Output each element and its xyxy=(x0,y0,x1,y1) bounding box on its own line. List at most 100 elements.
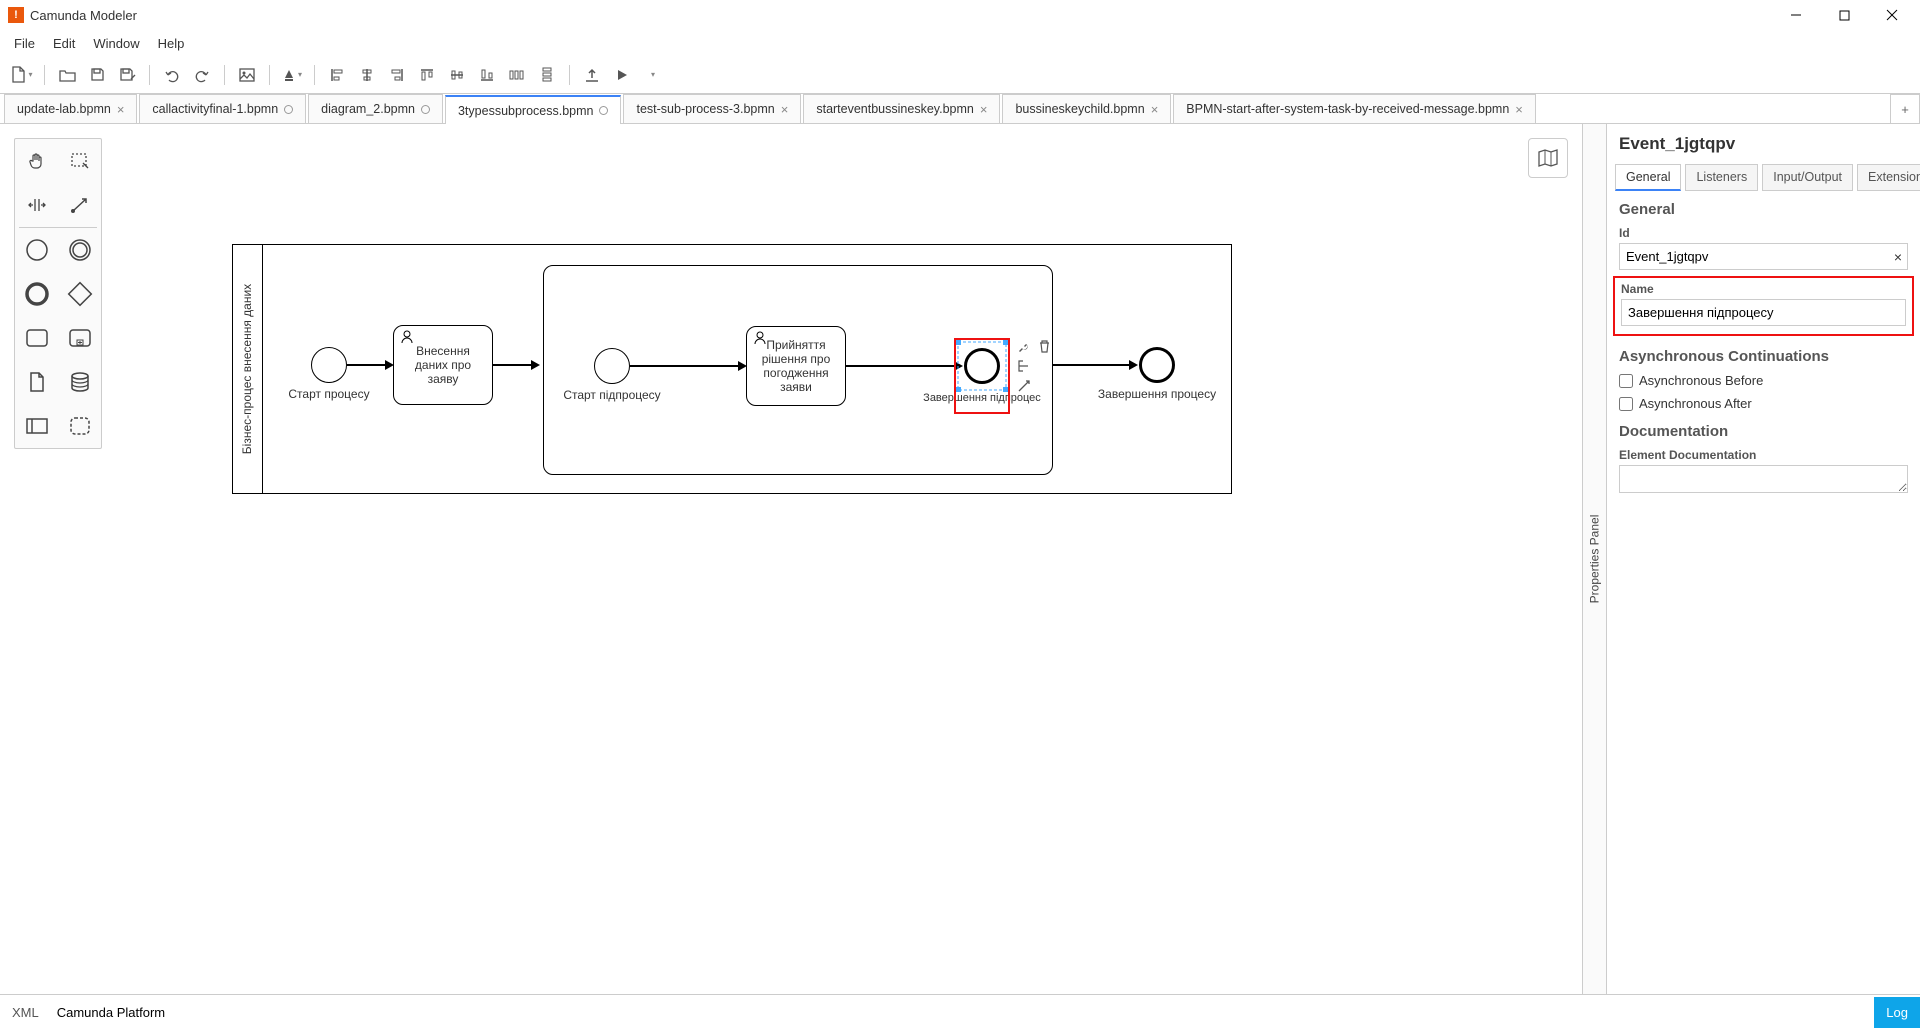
distribute-h-button[interactable] xyxy=(503,61,531,89)
close-icon[interactable]: × xyxy=(781,102,789,117)
align-right-button[interactable] xyxy=(383,61,411,89)
sequence-flow[interactable] xyxy=(846,365,958,367)
props-tab-general[interactable]: General xyxy=(1615,164,1681,191)
tab-bussineskeychild[interactable]: bussineskeychild.bpmn× xyxy=(1002,94,1171,123)
subprocess-tool[interactable] xyxy=(58,316,101,360)
trash-icon[interactable] xyxy=(1036,338,1052,354)
save-as-button[interactable] xyxy=(113,61,141,89)
open-button[interactable] xyxy=(53,61,81,89)
close-icon[interactable]: × xyxy=(1151,102,1159,117)
add-tab-button[interactable]: + xyxy=(1890,94,1920,123)
data-object-tool[interactable] xyxy=(15,360,58,404)
props-tab-input-output[interactable]: Input/Output xyxy=(1762,164,1853,191)
properties-panel: Event_1jgtqpv General Listeners Input/Ou… xyxy=(1606,124,1920,994)
align-bottom-button[interactable] xyxy=(473,61,501,89)
clear-icon[interactable]: × xyxy=(1894,249,1902,265)
connect-tool[interactable] xyxy=(58,183,101,227)
align-center-h-button[interactable] xyxy=(353,61,381,89)
align-center-v-button[interactable] xyxy=(443,61,471,89)
start-event-subprocess[interactable] xyxy=(594,348,630,384)
participant-tool[interactable] xyxy=(15,404,58,448)
close-icon[interactable]: × xyxy=(980,102,988,117)
checkbox-label: Asynchronous Before xyxy=(1639,373,1763,388)
connect-icon[interactable] xyxy=(1016,378,1032,394)
arrow-head-icon xyxy=(531,360,540,370)
intermediate-event-tool[interactable] xyxy=(58,228,101,272)
platform-tab[interactable]: Camunda Platform xyxy=(57,1005,165,1020)
props-tab-extensions[interactable]: Extensions xyxy=(1857,164,1920,191)
align-left-button[interactable] xyxy=(323,61,351,89)
tab-callactivityfinal[interactable]: callactivityfinal-1.bpmn xyxy=(139,94,306,123)
id-label: Id xyxy=(1619,226,1908,240)
new-file-button[interactable]: ▾ xyxy=(8,61,36,89)
xml-tab[interactable]: XML xyxy=(12,1005,39,1020)
canvas[interactable]: Бізнес-процес внесення даних Старт проце… xyxy=(102,124,1582,994)
close-icon[interactable]: × xyxy=(1515,102,1523,117)
sequence-flow[interactable] xyxy=(1053,364,1133,366)
minimize-button[interactable] xyxy=(1776,1,1816,29)
user-task-decision[interactable]: Прийняття рішення про погодження заяви xyxy=(746,326,846,406)
tab-diagram2[interactable]: diagram_2.bpmn xyxy=(308,94,443,123)
toolbar-more-button[interactable]: ▾ xyxy=(638,61,666,89)
maximize-button[interactable] xyxy=(1824,1,1864,29)
task-tool[interactable] xyxy=(15,316,58,360)
start-button[interactable] xyxy=(608,61,636,89)
sequence-flow[interactable] xyxy=(347,364,389,366)
log-button[interactable]: Log xyxy=(1874,997,1920,1028)
checkbox[interactable] xyxy=(1619,374,1633,388)
color-button[interactable]: ▾ xyxy=(278,61,306,89)
tab-bar: update-lab.bpmn× callactivityfinal-1.bpm… xyxy=(0,94,1920,124)
tab-update-lab[interactable]: update-lab.bpmn× xyxy=(4,94,137,123)
align-top-button[interactable] xyxy=(413,61,441,89)
start-event-tool[interactable] xyxy=(15,228,58,272)
close-icon[interactable]: × xyxy=(117,102,125,117)
menu-window[interactable]: Window xyxy=(85,32,147,55)
async-after-check[interactable]: Asynchronous After xyxy=(1619,396,1908,411)
documentation-textarea[interactable] xyxy=(1619,465,1908,493)
name-highlight-box: Name xyxy=(1613,276,1914,336)
lasso-tool[interactable] xyxy=(58,139,101,183)
async-before-check[interactable]: Asynchronous Before xyxy=(1619,373,1908,388)
save-button[interactable] xyxy=(83,61,111,89)
tab-bpmn-start-after[interactable]: BPMN-start-after-system-task-by-received… xyxy=(1173,94,1536,123)
tab-startevent[interactable]: starteventbussineskey.bpmn× xyxy=(803,94,1000,123)
unsaved-dot-icon xyxy=(599,106,608,115)
image-button[interactable] xyxy=(233,61,261,89)
annotation-icon[interactable] xyxy=(1016,358,1032,374)
bpmn-pool[interactable]: Бізнес-процес внесення даних Старт проце… xyxy=(232,244,1232,494)
wrench-icon[interactable] xyxy=(1016,338,1032,354)
tab-label: BPMN-start-after-system-task-by-received… xyxy=(1186,102,1509,116)
sequence-flow[interactable] xyxy=(493,364,535,366)
distribute-v-button[interactable] xyxy=(533,61,561,89)
sequence-flow[interactable] xyxy=(630,365,742,367)
tab-label: diagram_2.bpmn xyxy=(321,102,415,116)
close-button[interactable] xyxy=(1872,1,1912,29)
redo-button[interactable] xyxy=(188,61,216,89)
tab-test-sub-process[interactable]: test-sub-process-3.bpmn× xyxy=(623,94,801,123)
deploy-button[interactable] xyxy=(578,61,606,89)
end-event-subprocess[interactable] xyxy=(964,348,1000,384)
end-event-process[interactable] xyxy=(1139,347,1175,383)
expanded-subprocess[interactable]: Старт підпроцесу Прийняття рішення про п… xyxy=(543,265,1053,475)
task-label: Прийняття рішення про погодження заяви xyxy=(751,338,841,394)
menu-file[interactable]: File xyxy=(6,32,43,55)
menu-help[interactable]: Help xyxy=(150,32,193,55)
props-tab-listeners[interactable]: Listeners xyxy=(1685,164,1758,191)
properties-panel-toggle[interactable]: Properties Panel xyxy=(1582,124,1606,994)
start-event-process[interactable] xyxy=(311,347,347,383)
user-task-enter-data[interactable]: Внесення даних про заяву xyxy=(393,325,493,405)
group-tool[interactable] xyxy=(58,404,101,448)
status-bar: XML Camunda Platform Log xyxy=(0,994,1920,1030)
space-tool[interactable] xyxy=(15,183,58,227)
id-input[interactable] xyxy=(1619,243,1908,270)
menu-edit[interactable]: Edit xyxy=(45,32,83,55)
tab-3typessubprocess[interactable]: 3typessubprocess.bpmn xyxy=(445,95,622,124)
hand-tool[interactable] xyxy=(15,139,58,183)
end-event-tool[interactable] xyxy=(15,272,58,316)
name-input[interactable] xyxy=(1621,299,1906,326)
gateway-tool[interactable] xyxy=(58,272,101,316)
undo-button[interactable] xyxy=(158,61,186,89)
minimap-button[interactable] xyxy=(1528,138,1568,178)
checkbox[interactable] xyxy=(1619,397,1633,411)
data-store-tool[interactable] xyxy=(58,360,101,404)
